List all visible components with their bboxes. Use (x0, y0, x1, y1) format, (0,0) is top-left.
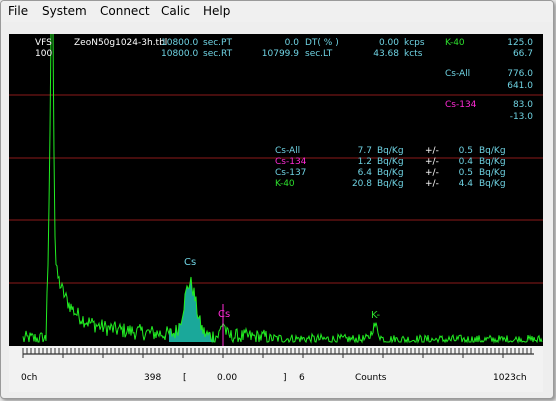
result-error-unit: Bq/Kg (479, 179, 506, 189)
dt-value: 0.0 (284, 38, 299, 48)
kcts-label: kcts (404, 49, 423, 59)
kcps-value: 0.00 (378, 38, 399, 48)
result-unit: Bq/Kg (377, 157, 404, 167)
result-error-unit: Bq/Kg (479, 157, 506, 167)
menu-connect[interactable]: Connect (100, 4, 150, 18)
result-plusminus: +/- (425, 179, 439, 189)
result-plusminus: +/- (425, 168, 439, 178)
pt-value: 10800.0 (161, 38, 199, 48)
dt-label: DT( % ) (305, 38, 339, 48)
result-value: 6.4 (357, 168, 372, 178)
result-plusminus: +/- (425, 146, 439, 156)
result-unit: Bq/Kg (377, 168, 404, 178)
peak-label-cs: Cs (184, 257, 197, 268)
result-plusminus: +/- (425, 157, 439, 167)
result-nuclide: Cs-134 (275, 157, 307, 167)
spectrum-filename: ZeoN50g1024-3h.tbl (74, 38, 168, 48)
result-error: 4.4 (458, 179, 473, 189)
axis-start-label: 0ch (21, 373, 38, 383)
result-nuclide: K-40 (275, 179, 295, 189)
roi-name-cs134: Cs-134 (445, 100, 477, 110)
roi-cs-all-value1: 776.0 (507, 69, 533, 79)
roi-cs134-value2: -13.0 (509, 112, 533, 122)
roi-name-cs-all: Cs-All (445, 69, 471, 79)
rt-value: 10800.0 (161, 49, 199, 59)
vfs-value: 100 (35, 49, 53, 59)
roi-cs134-value1: 83.0 (512, 100, 533, 110)
application-window: File System Connect Calic Help VFS 100 Z… (0, 0, 554, 399)
cursor-count: 6 (299, 373, 305, 383)
result-nuclide: Cs-All (275, 146, 301, 156)
channel-tick-marks (22, 348, 534, 358)
lt-label: sec.LT (305, 49, 333, 59)
result-value: 1.2 (357, 157, 372, 167)
result-value: 7.7 (357, 146, 372, 156)
spectrum-display[interactable]: VFS 100 ZeoN50g1024-3h.tbl 10800.0 sec.P… (9, 34, 543, 346)
cursor-bracket-open: [ (183, 373, 187, 383)
cursor-bracket-close: ] (283, 373, 287, 383)
kcts-value: 43.68 (373, 49, 399, 59)
result-nuclide: Cs-137 (275, 168, 307, 178)
axis-unit-label: Counts (355, 373, 387, 383)
result-value: 20.8 (351, 179, 372, 189)
menu-file[interactable]: File (8, 4, 28, 18)
menu-calic[interactable]: Calic (161, 4, 190, 18)
result-error-unit: Bq/Kg (479, 168, 506, 178)
vfs-label: VFS (35, 38, 52, 48)
roi-cs-all-value2: 641.0 (507, 81, 533, 91)
roi-k40-value2: 66.7 (512, 49, 533, 59)
channel-axis: 0ch 398 [ 0.00 ] 6 Counts 1023ch (9, 346, 543, 392)
lt-value: 10799.9 (261, 49, 299, 59)
result-unit: Bq/Kg (377, 146, 404, 156)
rt-label: sec.RT (203, 49, 233, 59)
cursor-channel: 398 (144, 373, 162, 383)
menu-system[interactable]: System (42, 4, 87, 18)
result-error-unit: Bq/Kg (479, 146, 506, 156)
peak-label-k40: K- (371, 310, 381, 321)
menu-help[interactable]: Help (203, 4, 230, 18)
peak-label-cs134: Cs (218, 309, 231, 320)
pt-label: sec.PT (203, 38, 232, 48)
menu-bar: File System Connect Calic Help (1, 1, 553, 22)
spectrum-canvas (9, 34, 543, 346)
axis-end-label: 1023ch (493, 373, 527, 383)
result-error: 0.5 (458, 168, 473, 178)
cursor-value: 0.00 (217, 373, 238, 383)
result-error: 0.5 (458, 146, 473, 156)
kcps-label: kcps (404, 38, 425, 48)
roi-name-k40: K-40 (445, 38, 465, 48)
roi-k40-value1: 125.0 (507, 38, 533, 48)
result-unit: Bq/Kg (377, 179, 404, 189)
result-error: 0.4 (458, 157, 473, 167)
